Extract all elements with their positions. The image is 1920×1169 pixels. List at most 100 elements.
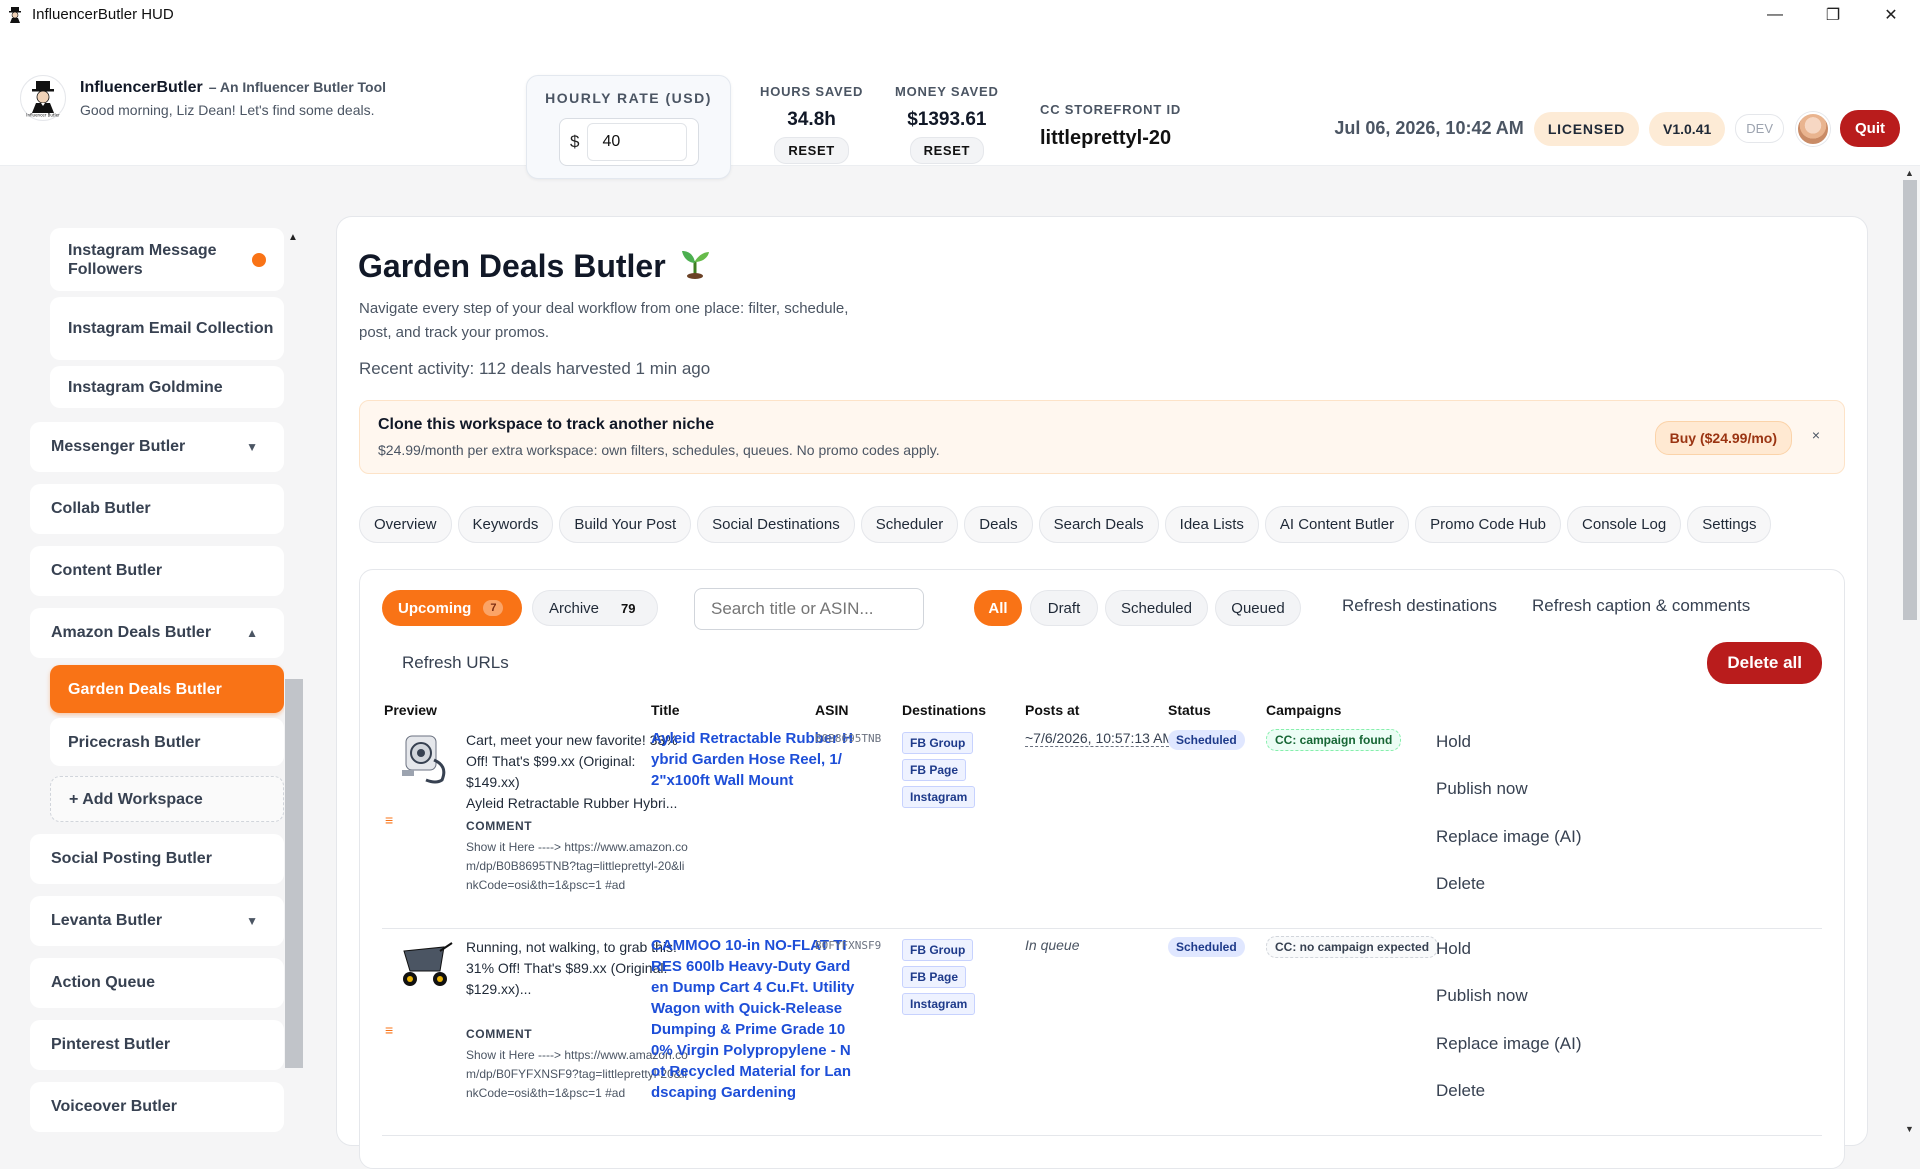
preview-caption-more: Ayleid Retractable Rubber Hybri... (466, 795, 678, 811)
banner-close-icon[interactable]: × (1812, 427, 1820, 443)
filter-all[interactable]: All (974, 590, 1022, 626)
table-row: ≡ Cart, meet your new favorite! 33% Off!… (382, 722, 1822, 929)
close-icon[interactable]: ✕ (1862, 0, 1920, 29)
posts-at-time: In queue (1025, 937, 1080, 953)
campaign-badge: CC: no campaign expected (1266, 936, 1439, 958)
tab-build-your-post[interactable]: Build Your Post (559, 506, 692, 543)
sidebar-item-instagram-email-collection[interactable]: Instagram Email Collection (50, 297, 284, 360)
money-saved-stat: MONEY SAVED $1393.61 RESET (895, 84, 999, 164)
col-preview: Preview (384, 702, 437, 718)
window-title: InfluencerButler HUD (32, 6, 174, 23)
replace-image-button[interactable]: Replace image (AI) (1436, 827, 1582, 847)
sidebar-item-label: Instagram Goldmine (68, 378, 223, 396)
scroll-down-icon[interactable]: ▼ (1905, 1124, 1914, 1134)
deal-asin: B0B8695TNB (815, 732, 882, 745)
scroll-up-icon[interactable]: ▲ (1905, 168, 1914, 178)
filter-scheduled[interactable]: Scheduled (1105, 590, 1208, 626)
sidebar-item-pinterest-butler[interactable]: Pinterest Butler (30, 1020, 284, 1070)
deals-filter-bar: Upcoming 7 Archive 79 All Draft Schedule… (382, 588, 1832, 630)
col-status: Status (1168, 702, 1211, 718)
add-workspace-button[interactable]: + Add Workspace (50, 776, 284, 822)
table-header: Preview Title ASIN Destinations Posts at… (382, 698, 1822, 722)
hold-button[interactable]: Hold (1436, 732, 1471, 752)
sidebar-item-collab-butler[interactable]: Collab Butler (30, 484, 284, 534)
hours-reset-button[interactable]: RESET (774, 137, 849, 164)
destination-badge: FB Group (902, 939, 974, 961)
sidebar-item-garden-deals-butler[interactable]: Garden Deals Butler (50, 665, 284, 713)
money-reset-button[interactable]: RESET (909, 137, 985, 164)
product-dump-cart-image (396, 937, 456, 993)
replace-image-button[interactable]: Replace image (AI) (1436, 1034, 1582, 1054)
posts-at-time: ~7/6/2026, 10:57:13 AM (1025, 730, 1175, 747)
brand: Influencer Butler InfluencerButler – An I… (20, 75, 386, 121)
sidebar-item-pricecrash-butler[interactable]: Pricecrash Butler (50, 718, 284, 766)
delete-button[interactable]: Delete (1436, 1081, 1485, 1101)
hold-button[interactable]: Hold (1436, 939, 1471, 959)
tab-overview[interactable]: Overview (359, 506, 452, 543)
current-datetime: Jul 06, 2026, 10:42 AM (1334, 118, 1524, 138)
user-avatar[interactable] (1796, 111, 1830, 146)
tab-keywords[interactable]: Keywords (457, 506, 554, 543)
workspace-tabs: Overview Keywords Build Your Post Social… (359, 506, 1777, 543)
hourly-rate-input[interactable] (587, 123, 688, 161)
drag-handle-icon[interactable]: ≡ (385, 812, 393, 828)
deal-search-input[interactable] (694, 588, 924, 630)
deal-title-link[interactable]: CAMMOO 10-in NO-FLAT TIRES 600lb Heavy-D… (651, 935, 856, 1103)
sidebar-scroll-thumb[interactable] (285, 679, 303, 1068)
sidebar-item-levanta-butler[interactable]: Levanta Butler ▼ (30, 896, 284, 946)
sidebar-item-instagram-goldmine[interactable]: Instagram Goldmine (50, 366, 284, 408)
buy-workspace-button[interactable]: Buy ($24.99/mo) (1654, 421, 1792, 455)
col-title: Title (651, 702, 680, 718)
sidebar-item-content-butler[interactable]: Content Butler (30, 546, 284, 596)
sidebar-item-instagram-message-followers[interactable]: Instagram Message Followers (50, 228, 284, 291)
sidebar-item-label: Levanta Butler (51, 912, 163, 929)
deal-asin: B0FYFXNSF9 (815, 939, 882, 952)
publish-now-button[interactable]: Publish now (1436, 779, 1528, 799)
dev-badge[interactable]: DEV (1735, 114, 1784, 143)
tab-ai-content-butler[interactable]: AI Content Butler (1264, 506, 1410, 543)
sidebar-item-voiceover-butler[interactable]: Voiceover Butler (30, 1082, 284, 1132)
publish-now-button[interactable]: Publish now (1436, 986, 1528, 1006)
minimize-icon[interactable]: — (1746, 0, 1804, 29)
delete-button[interactable]: Delete (1436, 874, 1485, 894)
upcoming-toggle[interactable]: Upcoming 7 (382, 590, 522, 626)
sidebar-item-messenger-butler[interactable]: Messenger Butler ▼ (30, 422, 284, 472)
filter-queued[interactable]: Queued (1215, 590, 1301, 626)
tab-deals[interactable]: Deals (964, 506, 1033, 543)
sidebar-item-label: Pricecrash Butler (68, 733, 201, 751)
destination-badge: FB Page (902, 966, 967, 988)
filter-draft[interactable]: Draft (1030, 590, 1098, 626)
quit-button[interactable]: Quit (1840, 110, 1900, 147)
maximize-icon[interactable]: ❐ (1804, 0, 1862, 29)
refresh-caption-button[interactable]: Refresh caption & comments (1532, 596, 1750, 616)
tab-promo-code-hub[interactable]: Promo Code Hub (1415, 506, 1562, 543)
upcoming-count: 7 (483, 600, 504, 616)
clone-workspace-banner: Clone this workspace to track another ni… (359, 400, 1845, 474)
notification-dot (252, 252, 266, 267)
tab-social-destinations[interactable]: Social Destinations (697, 506, 855, 543)
tab-scheduler[interactable]: Scheduler (860, 506, 959, 543)
drag-handle-icon[interactable]: ≡ (385, 1022, 393, 1038)
sidebar-item-social-posting-butler[interactable]: Social Posting Butler (30, 834, 284, 884)
refresh-destinations-button[interactable]: Refresh destinations (1342, 596, 1497, 616)
sidebar-item-amazon-deals-butler[interactable]: Amazon Deals Butler ▲ (30, 608, 284, 658)
col-campaigns: Campaigns (1266, 702, 1342, 718)
main-scroll-thumb[interactable] (1903, 180, 1917, 620)
greeting: Good morning, Liz Dean! Let's find some … (80, 101, 375, 118)
chevron-down-icon: ▼ (246, 440, 258, 454)
main-scrollbar[interactable]: ▲ ▼ (1900, 166, 1920, 1140)
tab-console-log[interactable]: Console Log (1567, 506, 1682, 543)
comment-label: COMMENT (466, 819, 533, 833)
refresh-urls-button[interactable]: Refresh URLs (402, 653, 509, 673)
tab-search-deals[interactable]: Search Deals (1038, 506, 1159, 543)
sidebar-scrollbar[interactable]: ▲ (285, 228, 303, 1068)
delete-all-button[interactable]: Delete all (1707, 642, 1822, 684)
hours-saved-label: HOURS SAVED (760, 84, 864, 99)
tab-settings[interactable]: Settings (1687, 506, 1772, 543)
sprout-icon (678, 245, 712, 287)
sidebar-item-action-queue[interactable]: Action Queue (30, 958, 284, 1008)
tab-idea-lists[interactable]: Idea Lists (1164, 506, 1259, 543)
archive-toggle[interactable]: Archive 79 (532, 590, 658, 626)
scroll-up-icon[interactable]: ▲ (288, 232, 298, 243)
brand-tagline: – An Influencer Butler Tool (208, 78, 387, 95)
